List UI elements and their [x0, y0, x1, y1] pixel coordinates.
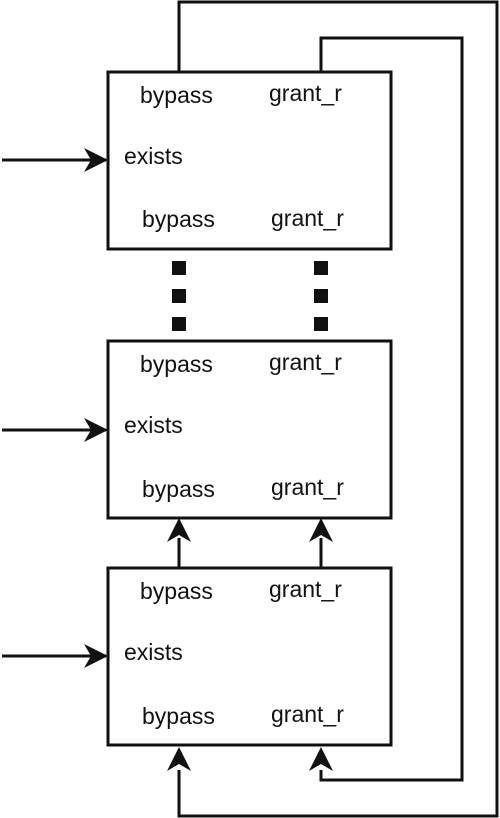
arbiter-block-1: bypass grant_r exists bypass grant_r	[106, 70, 393, 251]
bypass-out-label: bypass	[140, 82, 213, 108]
grant-in-label: grant_r	[271, 474, 344, 500]
grant-in-label: grant_r	[271, 205, 344, 231]
bypass-in-label: bypass	[142, 206, 215, 232]
grant-out-label: grant_r	[269, 80, 342, 106]
grant-out-label: grant_r	[269, 349, 342, 375]
bypass-out-label: bypass	[140, 578, 213, 604]
bypass-in-label: bypass	[142, 703, 215, 729]
grant-in-label: grant_r	[271, 701, 344, 727]
bypass-in-label: bypass	[142, 476, 215, 502]
exists-input-label: exists	[124, 639, 183, 665]
grant-feedback-arrowhead	[309, 747, 333, 771]
bypass-out-label: bypass	[140, 351, 213, 377]
ellipsis-dots-right	[314, 261, 328, 331]
arbiter-block-3: bypass grant_r exists bypass grant_r	[106, 566, 393, 747]
grant-out-label: grant_r	[269, 576, 342, 602]
exists-input-label: exists	[124, 412, 183, 438]
bypass-feedback-wire	[177, 0, 499, 818]
ellipsis-dots-left	[172, 261, 186, 331]
arbiter-chain-diagram: bypass grant_r exists bypass grant_r byp…	[2, 0, 499, 818]
arbiter-block-2: bypass grant_r exists bypass grant_r	[106, 339, 393, 520]
exists-input-label: exists	[124, 143, 183, 169]
bypass-feedback-arrowhead	[167, 747, 191, 771]
